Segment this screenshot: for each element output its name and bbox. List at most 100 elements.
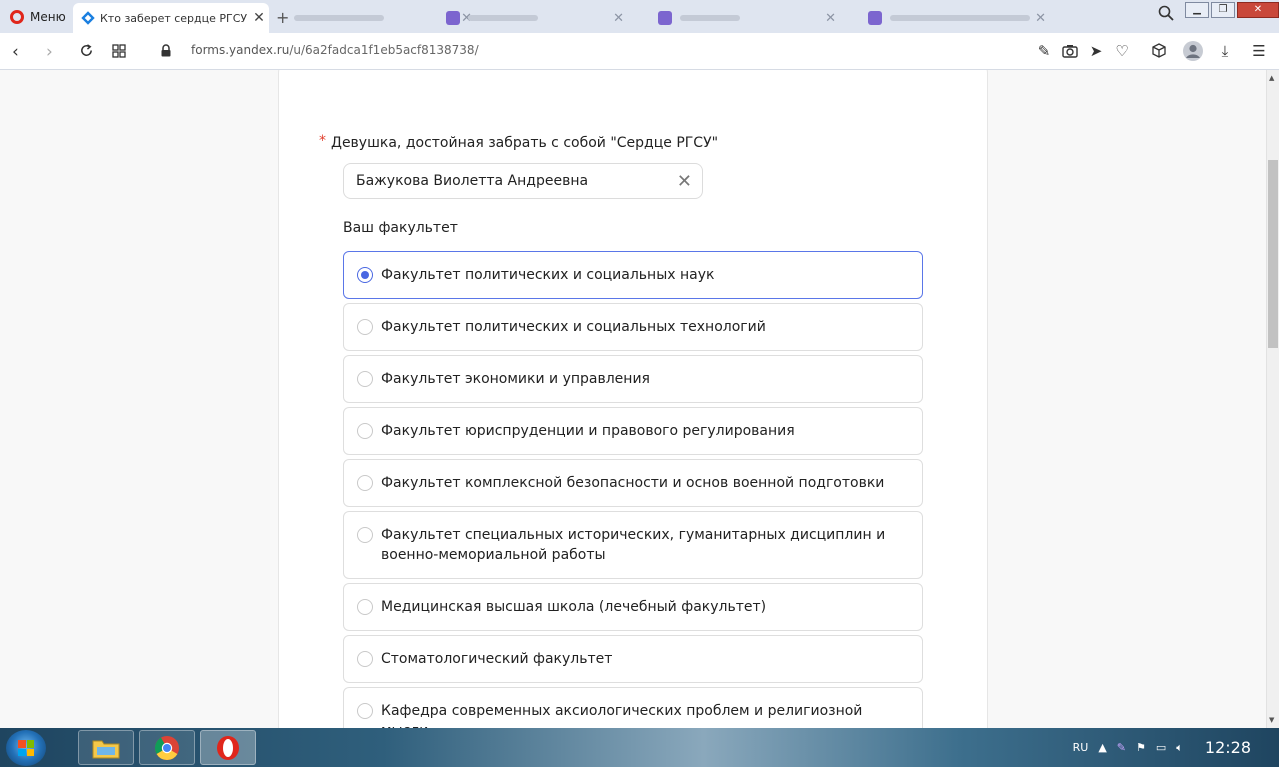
faculty-option[interactable]: Медицинская высшая школа (лечебный факул… (343, 583, 923, 631)
lock-icon[interactable] (160, 44, 172, 57)
tab-active[interactable]: Кто заберет сердце РГСУ в 2 ✕ (73, 3, 269, 33)
faculty-options: Факультет политических и социальных наук… (343, 251, 923, 728)
tab-favicon-icon (446, 11, 460, 25)
clock[interactable]: 12:28 (1205, 738, 1251, 757)
radio-checked-icon[interactable] (357, 267, 373, 283)
tab-title: Кто заберет сердце РГСУ в 2 (100, 11, 249, 25)
question-1-label: * Девушка, достойная забрать с собой "Се… (319, 133, 719, 151)
bookmark-heart-icon[interactable]: ♡ (1113, 42, 1131, 60)
option-label: Факультет комплексной безопасности и осн… (381, 475, 885, 491)
tab-title-blurred (468, 15, 538, 21)
send-flow-icon[interactable]: ➤ (1087, 42, 1105, 60)
url-field[interactable]: forms.yandex.ru/u/6a2fadca1f1eb5acf81387… (191, 43, 479, 57)
tab-close-icon[interactable]: ✕ (1035, 11, 1046, 26)
url-path: /u/6a2fadca1f1eb5acf8138738/ (289, 43, 479, 57)
faculty-option-selected[interactable]: Факультет политических и социальных наук (343, 251, 923, 299)
name-input-value: Бажукова Виолетта Андреевна (356, 173, 589, 189)
required-mark: * (319, 133, 326, 149)
option-label: Кафедра современных аксиологических проб… (381, 703, 863, 728)
tab-background[interactable]: ✕ (858, 3, 1058, 33)
search-tabs-icon[interactable] (1158, 5, 1174, 21)
close-window-button[interactable]: ✕ (1237, 2, 1279, 18)
tab-favicon-icon (868, 11, 882, 25)
faculty-option[interactable]: Факультет комплексной безопасности и осн… (343, 459, 923, 507)
tab-favicon-icon (658, 11, 672, 25)
windows-logo-icon (18, 740, 34, 756)
option-label: Факультет специальных исторических, гума… (381, 527, 886, 563)
radio-unchecked-icon[interactable] (357, 527, 373, 543)
yandex-forms-favicon-icon (81, 11, 95, 25)
taskbar-explorer[interactable] (78, 730, 134, 765)
pen-tool-icon[interactable]: ✎ (1117, 741, 1126, 754)
window-controls: ▁ ❐ ✕ (1183, 0, 1279, 20)
folder-icon (92, 740, 120, 758)
forward-icon[interactable]: › (46, 42, 53, 62)
taskbar-chrome[interactable] (139, 730, 195, 765)
scrollbar-thumb[interactable] (1268, 160, 1278, 348)
faculty-option[interactable]: Кафедра современных аксиологических проб… (343, 687, 923, 728)
tab-close-icon[interactable]: ✕ (825, 11, 836, 26)
snapshot-camera-icon[interactable] (1061, 42, 1079, 60)
speed-dial-icon[interactable] (112, 44, 126, 58)
easy-setup-menu-icon[interactable]: ☰ (1250, 42, 1268, 60)
system-tray: RU ▲ ✎ ⚑ ▭ 🔈︎ 12:28 (1073, 728, 1279, 767)
option-label: Факультет политических и социальных техн… (381, 319, 766, 335)
faculty-option[interactable]: Факультет политических и социальных техн… (343, 303, 923, 351)
option-label: Факультет юриспруденции и правового регу… (381, 423, 795, 439)
volume-icon[interactable]: 🔈︎ (1176, 741, 1183, 755)
option-label: Медицинская высшая школа (лечебный факул… (381, 599, 767, 615)
form-card: * Девушка, достойная забрать с собой "Се… (278, 70, 988, 728)
action-center-flag-icon[interactable]: ⚑ (1136, 741, 1146, 754)
radio-unchecked-icon[interactable] (357, 319, 373, 335)
chrome-icon (154, 735, 179, 760)
radio-unchecked-icon[interactable] (357, 599, 373, 615)
faculty-option[interactable]: Факультет юриспруденции и правового регу… (343, 407, 923, 455)
tab-title-blurred (294, 15, 384, 21)
tab-title-blurred (680, 15, 740, 21)
scroll-up-arrow-icon[interactable]: ▲ (1269, 74, 1274, 82)
option-label: Факультет экономики и управления (381, 371, 650, 387)
radio-unchecked-icon[interactable] (357, 703, 373, 719)
back-icon[interactable]: ‹ (12, 42, 19, 62)
tab-background[interactable]: ✕ (648, 3, 848, 33)
tab-title-blurred (890, 15, 1030, 21)
radio-unchecked-icon[interactable] (357, 423, 373, 439)
faculty-option[interactable]: Стоматологический факультет (343, 635, 923, 683)
start-button[interactable] (6, 730, 46, 766)
page-viewport: * Девушка, достойная забрать с собой "Се… (0, 70, 1266, 728)
minimize-button[interactable]: ▁ (1185, 2, 1209, 18)
clear-input-icon[interactable]: ✕ (677, 171, 692, 192)
extensions-cube-icon[interactable] (1150, 42, 1168, 60)
radio-unchecked-icon[interactable] (357, 475, 373, 491)
question-1-text: Девушка, достойная забрать с собой "Серд… (331, 135, 719, 151)
tab-close-icon[interactable]: ✕ (613, 11, 624, 26)
opera-menu-button[interactable]: Меню (0, 0, 72, 33)
taskbar-opera[interactable] (200, 730, 256, 765)
network-icon[interactable]: ▭ (1156, 741, 1166, 754)
restore-button[interactable]: ❐ (1211, 2, 1235, 18)
url-domain: forms.yandex.ru (191, 43, 290, 57)
address-bar: ‹ › forms.yandex.ru/u/6a2fadca1f1eb5acf8… (0, 33, 1279, 70)
opera-logo-icon (10, 9, 24, 24)
edit-page-icon[interactable]: ✎ (1035, 42, 1053, 60)
show-hidden-icons-icon[interactable]: ▲ (1098, 741, 1106, 754)
opera-icon (217, 735, 239, 760)
radio-unchecked-icon[interactable] (357, 651, 373, 667)
page-scrollbar[interactable]: ▲ ▼ (1266, 70, 1279, 728)
scroll-down-arrow-icon[interactable]: ▼ (1269, 716, 1274, 724)
radio-unchecked-icon[interactable] (357, 371, 373, 387)
faculty-option[interactable]: Факультет специальных исторических, гума… (343, 511, 923, 579)
name-input[interactable]: Бажукова Виолетта Андреевна ✕ (343, 163, 703, 199)
reload-icon[interactable] (79, 43, 94, 58)
downloads-icon[interactable]: ⤓ (1216, 42, 1234, 60)
option-label: Стоматологический факультет (381, 651, 613, 667)
profile-avatar-icon[interactable] (1182, 40, 1204, 62)
tab-close-icon[interactable]: ✕ (249, 10, 269, 26)
menu-label: Меню (30, 9, 66, 24)
question-2-label: Ваш факультет (343, 220, 458, 236)
tab-strip: Меню Кто заберет сердце РГСУ в 2 ✕ + ✕ ✕… (0, 0, 1279, 33)
faculty-option[interactable]: Факультет экономики и управления (343, 355, 923, 403)
taskbar: RU ▲ ✎ ⚑ ▭ 🔈︎ 12:28 (0, 728, 1279, 767)
language-indicator[interactable]: RU (1073, 741, 1089, 754)
tab-background[interactable]: ✕ (436, 3, 636, 33)
